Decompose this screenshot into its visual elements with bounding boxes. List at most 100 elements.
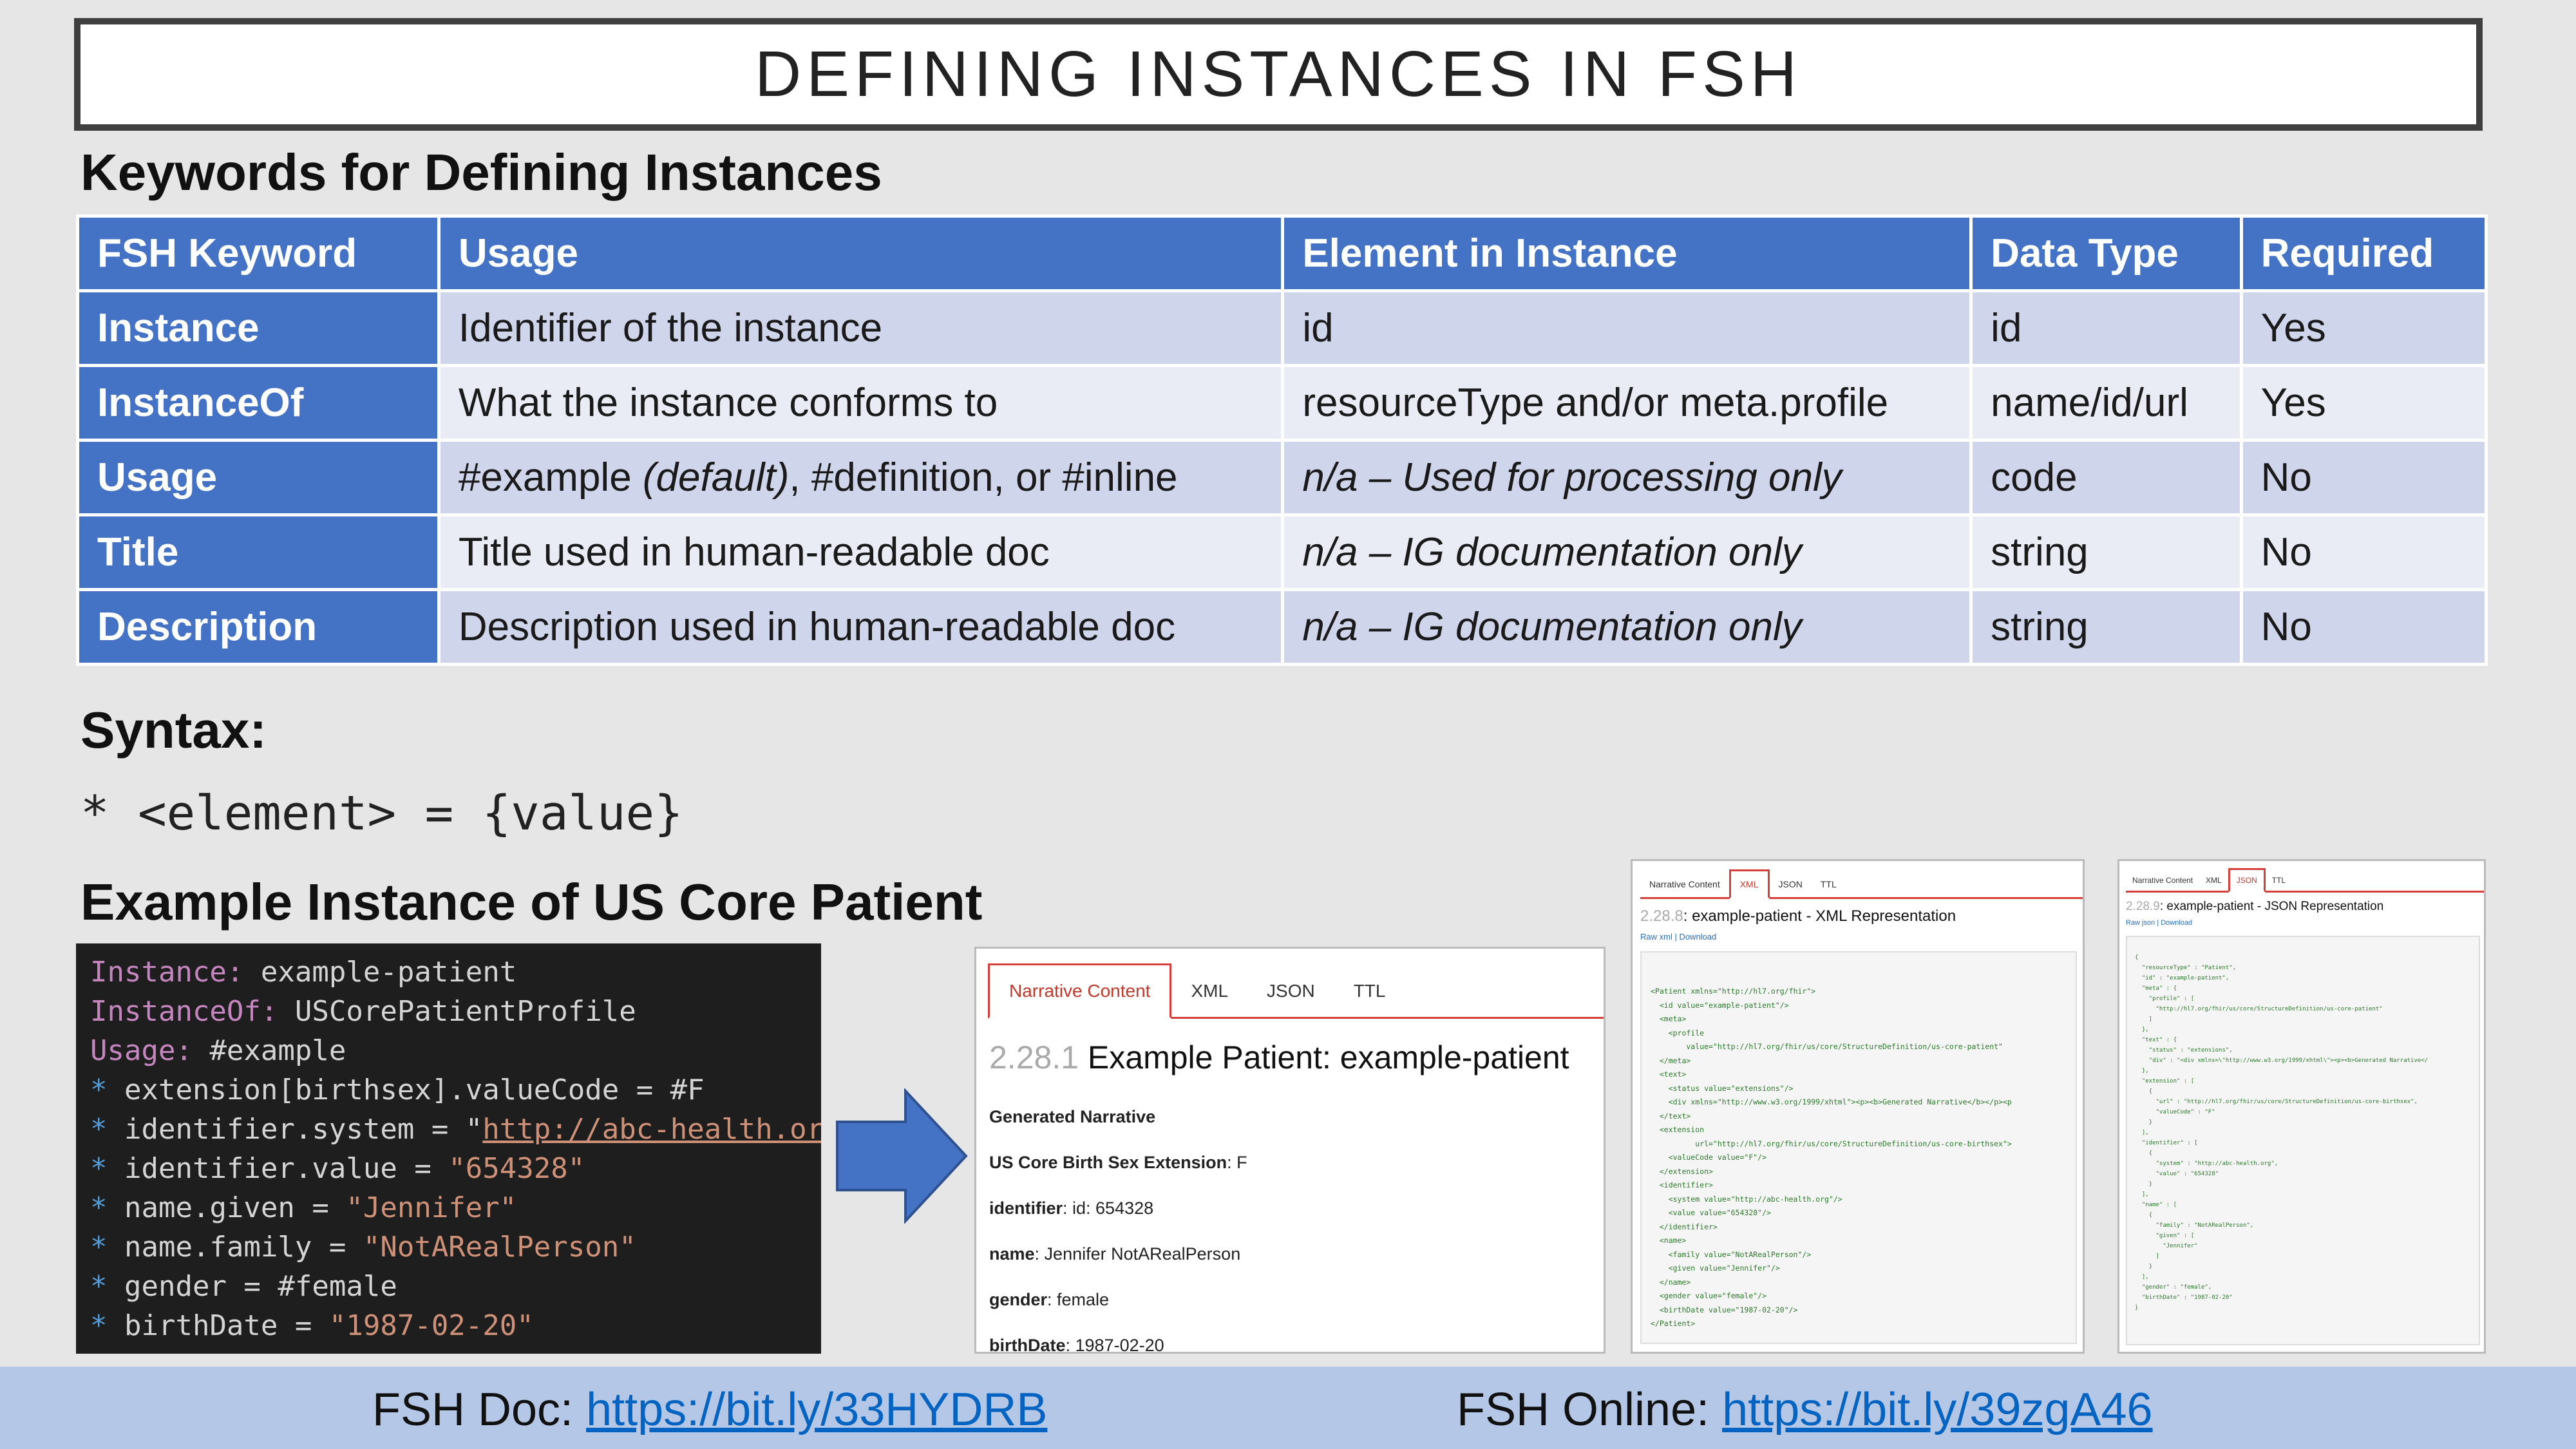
table-header-row: FSH Keyword Usage Element in Instance Da… <box>76 214 2488 292</box>
fsh-doc-link[interactable]: https://bit.ly/33HYDRB <box>586 1384 1047 1435</box>
xml-code-line: <valueCode value="F"/> <box>1651 1153 1767 1162</box>
xml-screenshot: Narrative Content XML JSON TTL 2.28.8: e… <box>1631 859 2085 1354</box>
example-heading: Example Instance of US Core Patient <box>80 873 983 931</box>
json-code-line: "text" : { <box>2135 1037 2177 1043</box>
cell-element: n/a – IG documentation only <box>1281 513 1973 591</box>
json-code-line: "http://hl7.org/fhir/us/core/StructureDe… <box>2135 1006 2383 1012</box>
tab-json[interactable]: JSON <box>1770 871 1812 897</box>
footer-fsh-online: FSH Online: https://bit.ly/39zgA46 <box>1457 1384 2153 1435</box>
cell-type: name/id/url <box>1969 364 2243 442</box>
xml-code-line: <meta> <box>1651 1014 1687 1023</box>
cell-usage: Title used in human-readable doc <box>437 513 1285 591</box>
syntax-text: * <element> = {value} <box>80 786 683 841</box>
table-row: Title Title used in human-readable doc n… <box>76 513 2488 591</box>
code-url-link[interactable]: http://abc-health.org <box>482 1113 821 1146</box>
xml-code-line: <Patient xmlns="http://hl7.org/fhir"> <box>1651 987 1816 996</box>
json-code-line: "meta" : { <box>2135 985 2177 992</box>
json-code-line: "Jennifer" <box>2135 1243 2198 1249</box>
cell-element: n/a – IG documentation only <box>1281 588 1973 666</box>
cell-usage: Description used in human-readable doc <box>437 588 1285 666</box>
narrative-body: Generated Narrative US Core Birth Sex Ex… <box>989 1094 1247 1354</box>
json-code: { "resourceType" : "Patient", "id" : "ex… <box>2126 936 2480 1345</box>
json-code-line: "extension" : [ <box>2135 1078 2195 1084</box>
tab-narrative-content[interactable]: Narrative Content <box>1640 871 1729 897</box>
tab-xml[interactable]: XML <box>1728 869 1770 899</box>
xml-code: <Patient xmlns="http://hl7.org/fhir"> <i… <box>1640 951 2077 1344</box>
json-code-line: ] <box>2135 1253 2159 1260</box>
json-code-line: { <box>2135 1088 2153 1095</box>
json-code-line: { <box>2135 1212 2153 1218</box>
json-screenshot: Narrative Content XML JSON TTL 2.28.9: e… <box>2117 859 2486 1354</box>
json-code-line: } <box>2135 1305 2139 1311</box>
json-code-line: } <box>2135 1119 2153 1126</box>
json-code-line: "identifier" : [ <box>2135 1140 2198 1146</box>
header-fsh-keyword: FSH Keyword <box>76 214 440 292</box>
json-code-line: ] <box>2135 1016 2153 1023</box>
generated-narrative-label: Generated Narrative <box>989 1107 1156 1126</box>
cell-keyword: Title <box>76 513 440 591</box>
xml-code-line: <extension <box>1651 1125 1705 1134</box>
xml-code-line: <birthDate value="1987-02-20"/> <box>1651 1305 1798 1314</box>
table-row: InstanceOf What the instance conforms to… <box>76 364 2488 442</box>
json-code-line: ], <box>2135 1130 2149 1136</box>
xml-code-line: <given value="Jennifer"/> <box>1651 1264 1780 1273</box>
cell-element: id <box>1281 289 1973 367</box>
cell-required: Yes <box>2239 289 2488 367</box>
tab-ttl[interactable]: TTL <box>2266 870 2292 891</box>
table-row: Instance Identifier of the instance id i… <box>76 289 2488 367</box>
json-code-line: }, <box>2135 1068 2149 1074</box>
tab-ttl[interactable]: TTL <box>1812 871 1846 897</box>
json-code-line: { <box>2135 1150 2153 1157</box>
json-code-line: "system" : "http://abc-health.org", <box>2135 1160 2278 1167</box>
xml-code-line: <status value="extensions"/> <box>1651 1083 1794 1093</box>
xml-code-line: </meta> <box>1651 1056 1691 1065</box>
cell-usage: What the instance conforms to <box>437 364 1285 442</box>
json-tabs: Narrative Content XML JSON TTL <box>2126 867 2484 893</box>
cell-type: code <box>1969 439 2243 516</box>
json-code-line: } <box>2135 1264 2153 1270</box>
cell-required: No <box>2239 439 2488 516</box>
xml-code-line: <gender value="female"/> <box>1651 1291 1767 1300</box>
xml-raw-links[interactable]: Raw xml | Download <box>1640 932 1716 942</box>
tab-json[interactable]: JSON <box>1247 965 1334 1017</box>
table-row: Usage #example (default), #definition, o… <box>76 439 2488 516</box>
xml-code-line: <name> <box>1651 1236 1687 1245</box>
tab-xml[interactable]: XML <box>1171 965 1247 1017</box>
right-arrow-icon <box>836 1088 968 1224</box>
narrative-field: birthDate: 1987-02-20 <box>989 1336 1164 1354</box>
xml-code-line: <profile <box>1651 1028 1705 1037</box>
cell-keyword: Usage <box>76 439 440 516</box>
xml-tabs: Narrative Content XML JSON TTL <box>1640 869 2083 899</box>
narrative-tabs: Narrative Content XML JSON TTL <box>988 960 1604 1019</box>
cell-usage: #example (default), #definition, or #inl… <box>437 439 1285 516</box>
xml-code-line: </identifier> <box>1651 1222 1718 1231</box>
cell-type: id <box>1969 289 2243 367</box>
cell-required: No <box>2239 513 2488 591</box>
tab-xml[interactable]: XML <box>2199 870 2228 891</box>
fsh-online-link[interactable]: https://bit.ly/39zgA46 <box>1722 1384 2152 1435</box>
tab-ttl[interactable]: TTL <box>1334 965 1405 1017</box>
tab-narrative-content[interactable]: Narrative Content <box>988 963 1172 1019</box>
json-code-line: "url" : "http://hl7.org/fhir/us/core/Str… <box>2135 1099 2418 1105</box>
json-code-line: ], <box>2135 1191 2149 1198</box>
json-code-line: ], <box>2135 1274 2149 1280</box>
tab-narrative-content[interactable]: Narrative Content <box>2126 870 2199 891</box>
xml-code-line: </name> <box>1651 1277 1691 1287</box>
fsh-code-block: Instance: example-patient InstanceOf: USC… <box>76 943 821 1354</box>
tab-json[interactable]: JSON <box>2228 868 2266 893</box>
json-raw-links[interactable]: Raw json | Download <box>2126 919 2192 927</box>
json-code-line: "name" : [ <box>2135 1202 2177 1208</box>
cell-usage: Identifier of the instance <box>437 289 1285 367</box>
cell-keyword: Description <box>76 588 440 666</box>
json-code-line: "resourceType" : "Patient", <box>2135 965 2237 971</box>
xml-code-line: <div xmlns="http://www.w3.org/1999/xhtml… <box>1651 1097 2012 1106</box>
json-code-line: "given" : [ <box>2135 1233 2195 1239</box>
cell-keyword: InstanceOf <box>76 364 440 442</box>
json-code-line: }, <box>2135 1027 2149 1033</box>
xml-code-line: <text> <box>1651 1070 1687 1079</box>
syntax-heading: Syntax: <box>80 701 267 759</box>
json-code-line: "birthDate" : "1987-02-20" <box>2135 1294 2233 1301</box>
narrative-field: identifier: id: 654328 <box>989 1198 1154 1218</box>
xml-code-line: <id value="example-patient"/> <box>1651 1000 1789 1010</box>
narrative-title: 2.28.1 Example Patient: example-patient <box>989 1039 1569 1075</box>
